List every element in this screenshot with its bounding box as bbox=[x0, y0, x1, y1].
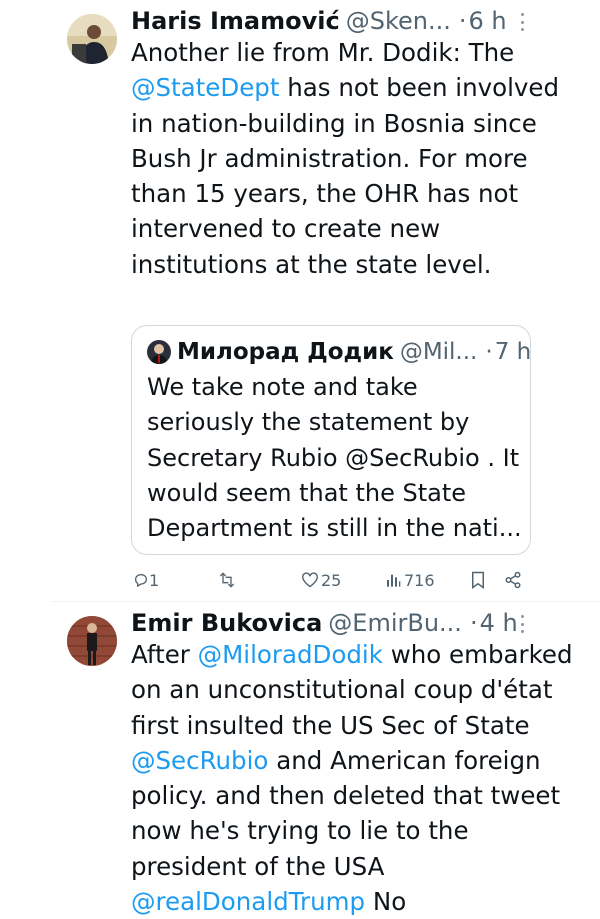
avatar[interactable] bbox=[67, 616, 117, 666]
reply-icon bbox=[134, 573, 148, 588]
retweet-button[interactable] bbox=[217, 566, 237, 594]
tweet-haris[interactable]: Haris Imamović @Sken... · 6 h Another li… bbox=[0, 0, 600, 602]
quote-text: We take note and take seriously the stat… bbox=[147, 373, 522, 543]
tweet-emir[interactable]: Emir Bukovica @EmirBu... · 4 h After @Mi… bbox=[0, 602, 600, 916]
quote-header: Милорад Додик @Mil... · 7 h bbox=[177, 336, 531, 368]
author-handle[interactable]: @Sken... bbox=[346, 6, 451, 36]
tweet-text: After @MiloradDodik who embarked on an u… bbox=[131, 640, 573, 917]
quote-author-name[interactable]: Милорад Додик bbox=[177, 339, 394, 365]
reply-button[interactable]: 1 bbox=[133, 566, 159, 594]
mention-link[interactable]: @MiloradDodik bbox=[198, 640, 383, 669]
bookmark-icon bbox=[472, 571, 484, 589]
bookmark-button[interactable] bbox=[471, 566, 485, 594]
timestamp[interactable]: 4 h bbox=[480, 608, 518, 638]
views-icon bbox=[387, 574, 401, 587]
like-icon bbox=[302, 572, 318, 588]
retweet-icon bbox=[219, 572, 235, 588]
author-name[interactable]: Haris Imamović bbox=[131, 6, 340, 36]
view-count: 716 bbox=[404, 570, 435, 590]
more-icon[interactable] bbox=[520, 13, 524, 31]
more-icon[interactable] bbox=[520, 615, 524, 633]
tweet-text: Another lie from Mr. Dodik: The @StateDe… bbox=[131, 38, 560, 279]
quote-author-handle[interactable]: @Mil... bbox=[400, 339, 478, 365]
mention-link[interactable]: @StateDept bbox=[131, 73, 279, 102]
separator-dot: · bbox=[469, 609, 478, 637]
mention-link[interactable]: @SecRubio bbox=[131, 746, 268, 775]
quote-timestamp[interactable]: 7 h bbox=[495, 339, 532, 365]
like-count: 25 bbox=[321, 570, 342, 590]
share-button[interactable] bbox=[504, 566, 522, 594]
avatar[interactable] bbox=[67, 14, 117, 64]
views-button[interactable]: 716 bbox=[385, 566, 435, 594]
reply-count: 1 bbox=[149, 570, 160, 590]
share-icon bbox=[505, 571, 521, 589]
separator-dot: · bbox=[485, 339, 493, 365]
quoted-tweet[interactable]: Милорад Додик @Mil... · 7 h We take note… bbox=[131, 325, 531, 555]
action-bar: 1 25 716 bbox=[131, 566, 531, 594]
quote-avatar bbox=[147, 340, 171, 364]
author-name[interactable]: Emir Bukovica bbox=[131, 608, 322, 638]
mention-link[interactable]: @realDonaldTrump bbox=[131, 887, 365, 916]
tweet-header: Emir Bukovica @EmirBu... · 4 h bbox=[131, 608, 518, 638]
timestamp[interactable]: 6 h bbox=[469, 6, 507, 36]
author-handle[interactable]: @EmirBu... bbox=[328, 608, 462, 638]
separator-dot: · bbox=[458, 7, 467, 35]
like-button[interactable]: 25 bbox=[301, 566, 341, 594]
tweet-header: Haris Imamović @Sken... · 6 h bbox=[131, 6, 507, 36]
